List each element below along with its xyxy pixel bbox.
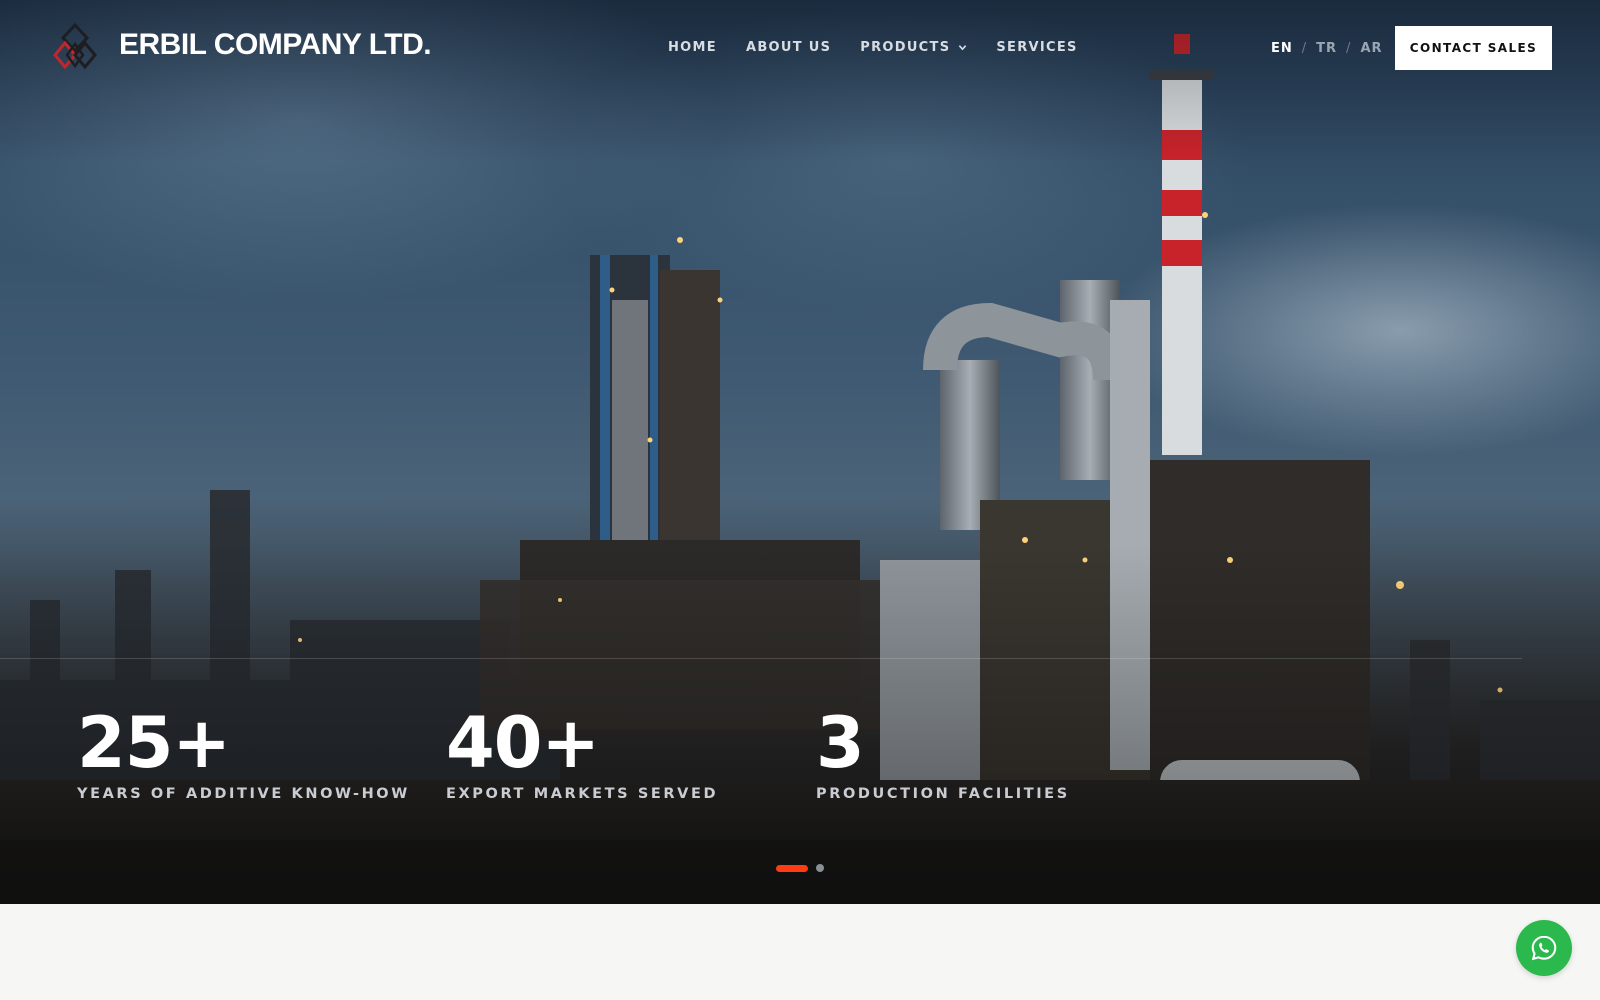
lang-separator: / bbox=[1346, 41, 1352, 56]
nav-about-us[interactable]: ABOUT US bbox=[746, 40, 831, 55]
lang-separator: / bbox=[1301, 41, 1308, 56]
nav-home-label: HOME bbox=[668, 40, 717, 55]
brand-name[interactable]: ERBIL COMPANY LTD. bbox=[119, 28, 432, 62]
stat-years: 25+ YEARS OF ADDITIVE KNOW-HOW bbox=[77, 708, 410, 802]
chevron-down-icon bbox=[959, 45, 967, 51]
nav-services[interactable]: SERVICES bbox=[996, 40, 1077, 55]
nav-services-label: SERVICES bbox=[996, 40, 1078, 55]
stat-value: 40+ bbox=[446, 702, 600, 784]
nav-about-us-label: ABOUT US bbox=[745, 40, 832, 55]
nav-products-label: PRODUCTS bbox=[860, 40, 951, 55]
stat-label: PRODUCTION FACILITIES bbox=[816, 786, 1070, 802]
slider-pagination bbox=[776, 864, 824, 872]
contact-sales-button[interactable]: CONTACT SALES bbox=[1395, 26, 1552, 70]
stat-label: YEARS OF ADDITIVE KNOW-HOW bbox=[77, 786, 410, 802]
whatsapp-chat-button[interactable] bbox=[1516, 920, 1572, 976]
nav-products[interactable]: PRODUCTS bbox=[860, 40, 967, 55]
diamond-logo-icon[interactable] bbox=[52, 22, 98, 72]
slider-dot[interactable] bbox=[816, 864, 824, 872]
lang-tr[interactable]: TR bbox=[1316, 41, 1337, 56]
lang-en[interactable]: EN bbox=[1271, 41, 1293, 56]
stat-value: 25+ bbox=[77, 702, 231, 784]
whatsapp-icon bbox=[1531, 935, 1557, 961]
language-switcher: EN / TR / AR bbox=[1271, 41, 1383, 56]
main-nav: HOME ABOUT US PRODUCTS SERVICES bbox=[668, 40, 1078, 55]
slider-dot-active[interactable] bbox=[776, 864, 808, 872]
stat-facilities: 3 PRODUCTION FACILITIES bbox=[816, 708, 1070, 802]
lang-ar[interactable]: AR bbox=[1360, 41, 1382, 56]
stat-label: EXPORT MARKETS SERVED bbox=[446, 786, 719, 802]
stats-divider bbox=[0, 658, 1522, 659]
stat-value: 3 bbox=[816, 702, 865, 784]
hero-section: ERBIL COMPANY LTD. HOME ABOUT US PRODUCT… bbox=[0, 0, 1600, 904]
stat-export-markets: 40+ EXPORT MARKETS SERVED bbox=[446, 708, 718, 802]
nav-home[interactable]: HOME bbox=[668, 40, 717, 55]
